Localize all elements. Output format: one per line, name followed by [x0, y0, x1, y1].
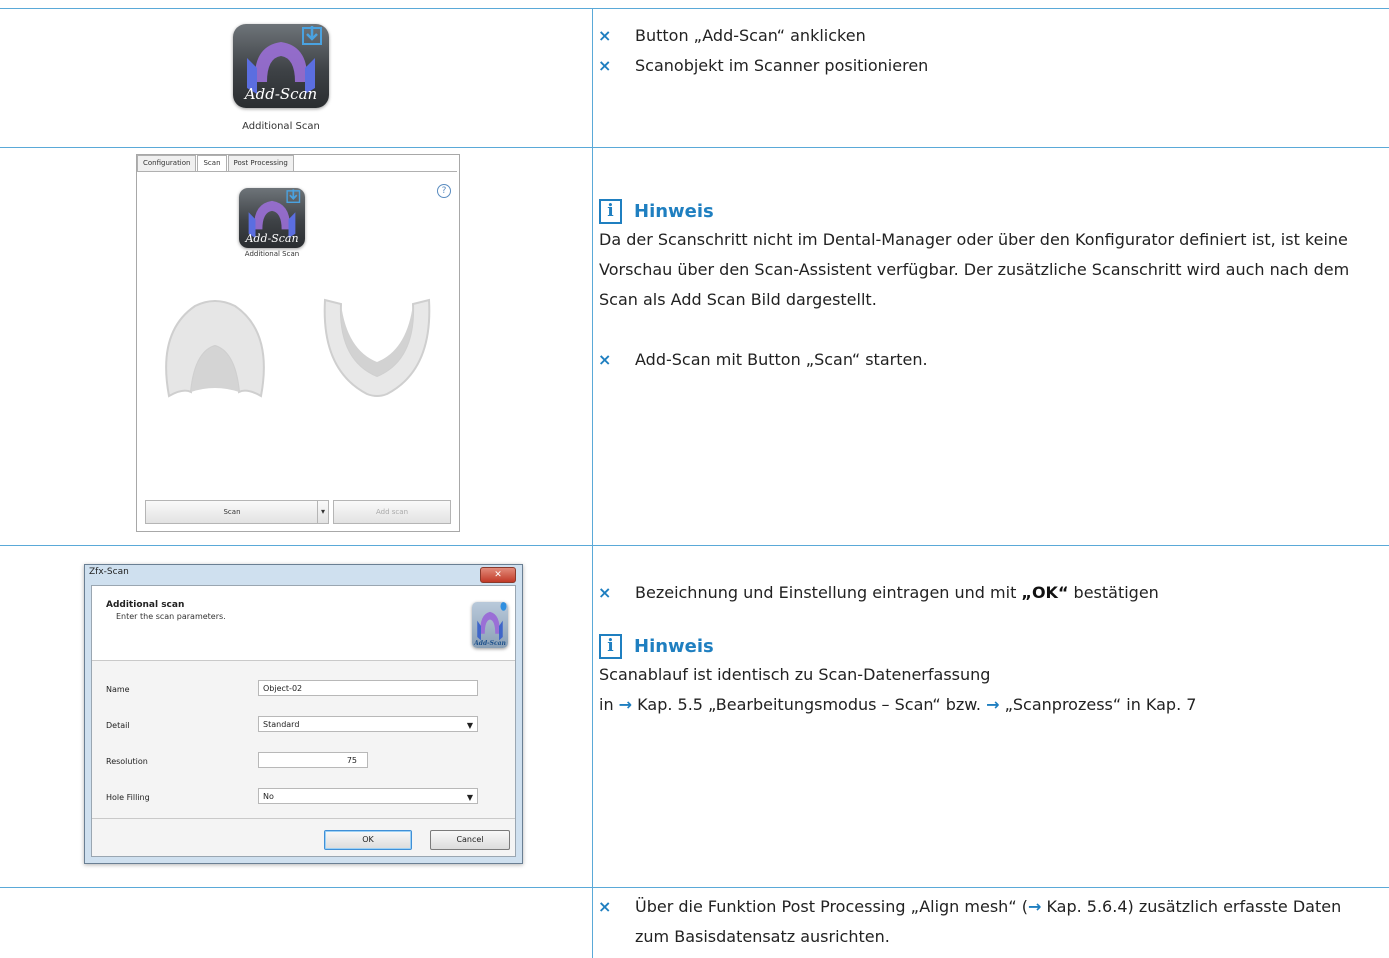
dialog-heading: Additional scan — [106, 600, 185, 610]
info-icon: i — [599, 633, 622, 659]
hint-header: i Hinweis — [593, 197, 1383, 225]
name-field[interactable]: Object-02 — [258, 680, 478, 696]
bullet-icon: × — [598, 26, 612, 45]
help-icon[interactable]: ? — [437, 184, 451, 198]
field-label-resolution: Resolution — [106, 757, 148, 766]
detail-value: Standard — [263, 720, 300, 729]
arrow-icon: → — [1027, 897, 1042, 916]
arrow-icon: → — [618, 695, 633, 714]
tab-scan[interactable]: Scan — [197, 155, 227, 171]
add-scan-icon-label: Add-Scan — [245, 232, 299, 245]
cancel-button[interactable]: Cancel — [430, 830, 510, 850]
bullet-icon: × — [598, 56, 612, 75]
resolution-field[interactable]: 75 — [258, 752, 368, 768]
table-rule-row1 — [0, 147, 1389, 148]
hint-header: i Hinweis — [593, 632, 1383, 660]
field-label-hole-filling: Hole Filling — [106, 793, 150, 802]
tab-configuration[interactable]: Configuration — [137, 155, 197, 171]
add-scan-icon: Add-Scan — [472, 602, 508, 648]
bullet-icon: × — [598, 583, 612, 602]
hint-text: Da der Scanschritt nicht im Dental-Manag… — [599, 230, 1350, 309]
table-column-divider — [592, 8, 593, 958]
scan-button[interactable]: Scan — [145, 500, 319, 524]
dialog-divider — [92, 818, 515, 819]
additional-scan-dialog: Zfx-Scan ✕ Additional scan Enter the sca… — [84, 564, 523, 864]
field-label-detail: Detail — [106, 721, 130, 730]
hole-filling-select[interactable]: No ▼ — [258, 788, 478, 804]
additional-scan-caption: Additional Scan — [242, 121, 320, 132]
row4-instructions: × Über die Funktion Post Processing „Alig… — [593, 892, 1383, 952]
dialog-header: Additional scan Enter the scan parameter… — [92, 586, 515, 661]
step-item: × Scanobjekt im Scanner positionieren — [593, 51, 1383, 81]
hint-line: Scanablauf ist identisch zu Scan-Datener… — [599, 665, 991, 684]
hint-line: in → Kap. 5.5 „Bearbeitungsmodus – Scan“… — [599, 695, 1197, 714]
ok-emphasis: „OK“ — [1021, 583, 1069, 602]
bullet-icon: × — [598, 897, 612, 916]
table-rule-row3 — [0, 887, 1389, 888]
scan-panel-body: ? Add-Scan Additional Scan Scan ▾ Add sc… — [137, 171, 457, 530]
field-label-name: Name — [106, 685, 130, 694]
additional-scan-caption: Additional Scan — [244, 250, 300, 258]
add-scan-icon[interactable]: Add-Scan — [233, 24, 329, 108]
lower-jaw-image — [323, 298, 431, 397]
step-item: × Button „Add-Scan“ anklicken — [593, 21, 1383, 51]
scan-dropdown-button[interactable]: ▾ — [317, 500, 329, 524]
step-item: × Bezeichnung und Einstellung eintragen u… — [593, 578, 1383, 608]
row2-instructions: i Hinweis Da der Scanschritt nicht im De… — [593, 197, 1383, 375]
add-scan-icon-label: Add-Scan — [244, 85, 318, 103]
dropdown-arrow-icon: ▼ — [466, 721, 473, 730]
tab-post-processing[interactable]: Post Processing — [227, 155, 294, 171]
panel-tabs: Configuration Scan Post Processing — [137, 155, 295, 171]
add-scan-button[interactable]: Add scan — [333, 500, 451, 524]
upper-jaw-image — [165, 300, 265, 398]
step-item: × Add-Scan mit Button „Scan“ starten. — [593, 345, 1383, 375]
info-icon: i — [599, 198, 622, 224]
add-scan-icon-label: Add-Scan — [474, 640, 506, 647]
dropdown-arrow-icon: ▼ — [466, 793, 473, 802]
bullet-icon: × — [598, 350, 612, 369]
row3-instructions: × Bezeichnung und Einstellung eintragen u… — [593, 578, 1383, 720]
dialog-window-title: Zfx-Scan — [89, 567, 129, 577]
close-icon[interactable]: ✕ — [480, 567, 516, 583]
detail-select[interactable]: Standard ▼ — [258, 716, 478, 732]
table-rule-row2 — [0, 545, 1389, 546]
dialog-subheading: Enter the scan parameters. — [116, 612, 226, 621]
arrow-icon: → — [986, 695, 1000, 714]
row1-instructions: × Button „Add-Scan“ anklicken × Scanobjekt… — [593, 21, 1383, 81]
add-scan-icon[interactable]: Add-Scan — [239, 188, 305, 248]
dialog-content: Additional scan Enter the scan parameter… — [91, 585, 516, 857]
hole-filling-value: No — [263, 792, 274, 801]
hint-title: Hinweis — [634, 635, 714, 657]
step-item: × Über die Funktion Post Processing „Alig… — [593, 892, 1365, 952]
table-rule-top — [0, 8, 1389, 9]
ok-button[interactable]: OK — [324, 830, 412, 850]
scan-panel: Configuration Scan Post Processing ? Add… — [136, 154, 460, 532]
hint-title: Hinweis — [634, 200, 714, 222]
